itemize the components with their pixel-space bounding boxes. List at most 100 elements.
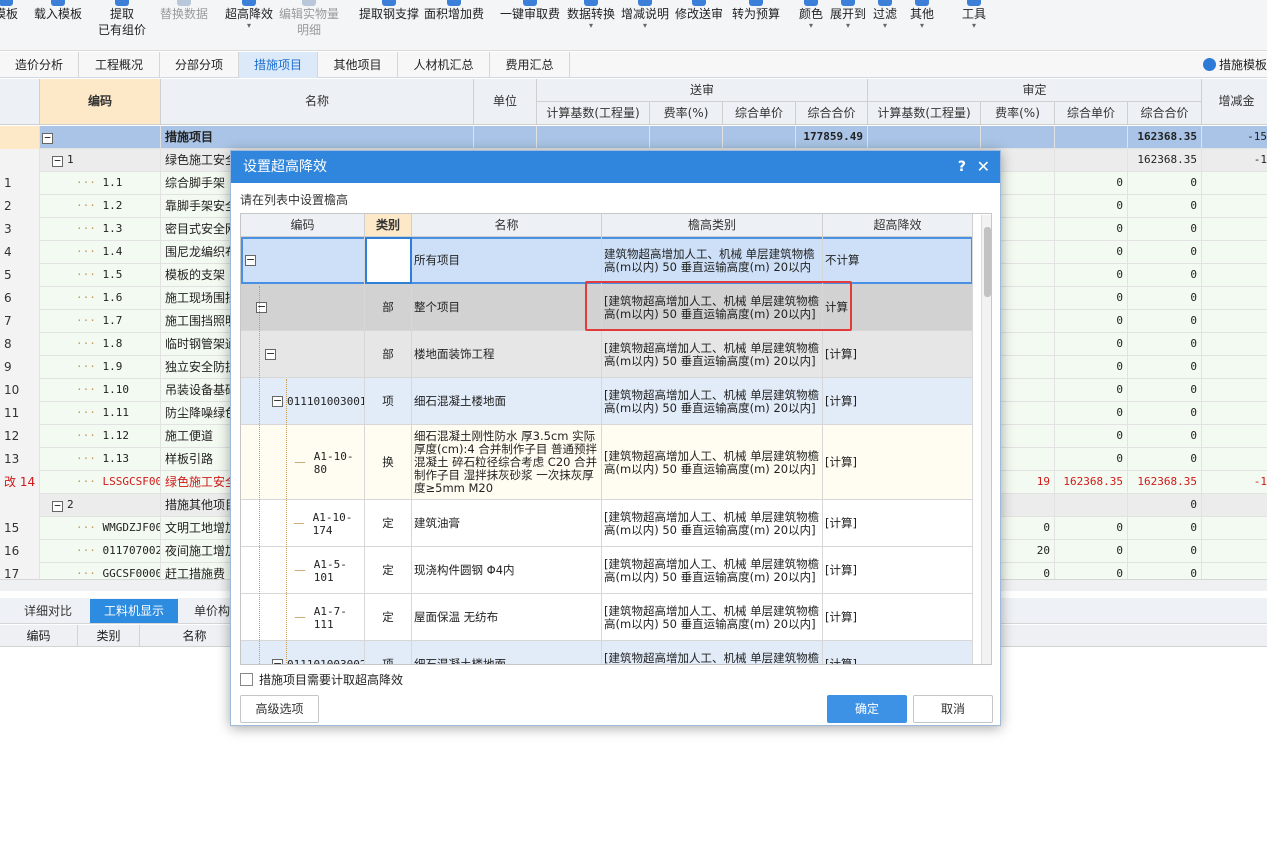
collapse-toggle-icon[interactable]: −: [265, 348, 276, 360]
rownum-header[interactable]: [0, 79, 40, 125]
dialog-row[interactable]: −011101003002 项细石混凝土楼地面 [建筑物超高增加人工、机械 单层建筑…: [241, 641, 973, 664]
dialog-row-super-height[interactable]: [计算]: [823, 547, 973, 594]
dialog-row-eave-category[interactable]: [建筑物超高增加人工、机械 单层建筑物檐高(m以内) 50 垂直运输高度(m) …: [602, 378, 823, 425]
tab-4[interactable]: 其他项目: [318, 52, 398, 78]
toolbar-button[interactable]: 模板: [0, 0, 20, 50]
tab-0[interactable]: 造价分析: [0, 52, 79, 78]
name-header[interactable]: 名称: [161, 79, 474, 125]
help-icon[interactable]: ?: [958, 151, 966, 183]
toolbar-button[interactable]: 提取 已有组价: [98, 0, 146, 50]
tree-line: ···: [76, 291, 103, 304]
dialog-row-type[interactable]: [365, 237, 412, 284]
measure-template-button[interactable]: 措施模板: [1199, 52, 1267, 78]
collapse-toggle-icon[interactable]: −: [245, 254, 256, 266]
code-header[interactable]: 编码: [40, 79, 161, 125]
dialog-header-effect[interactable]: 超高降效: [823, 214, 973, 237]
dialog-row-eave-category[interactable]: [建筑物超高增加人工、机械 单层建筑物檐高(m以内) 50 垂直运输高度(m) …: [602, 425, 823, 500]
dialog-row-eave-category[interactable]: 建筑物超高增加人工、机械 单层建筑物檐高(m以内) 50 垂直运输高度(m) 2…: [602, 237, 823, 284]
toolbar-button[interactable]: 颜色 ▾: [797, 0, 825, 50]
dialog-row-super-height[interactable]: [计算]: [823, 594, 973, 641]
dialog-row-type[interactable]: 定: [365, 500, 412, 547]
collapse-toggle-icon[interactable]: −: [256, 301, 267, 313]
submit-calc-base-header[interactable]: 计算基数(工程量): [537, 102, 650, 125]
tab-3[interactable]: 措施项目: [239, 52, 318, 78]
close-icon[interactable]: ✕: [977, 151, 990, 183]
dialog-row[interactable]: — A1-10-174 定建筑油膏 [建筑物超高增加人工、机械 单层建筑物檐高(m以内…: [241, 500, 973, 547]
collapse-toggle-icon[interactable]: −: [52, 500, 63, 512]
dialog-row-super-height[interactable]: [计算]: [823, 378, 973, 425]
tab-2[interactable]: 分部分项: [160, 52, 239, 78]
dialog-row-super-height[interactable]: [计算]: [823, 641, 973, 664]
dialog-row[interactable]: — A1-7-111 定屋面保温 无纺布 [建筑物超高增加人工、机械 单层建筑物檐高(…: [241, 594, 973, 641]
toolbar-button[interactable]: 增减说明 ▾: [619, 0, 671, 50]
toolbar-button[interactable]: 提取钢支撑: [358, 0, 420, 50]
toolbar-button[interactable]: 面积增加费: [424, 0, 484, 50]
toolbar-button[interactable]: 载入模板: [28, 0, 88, 50]
collapse-toggle-icon[interactable]: −: [272, 395, 283, 407]
toolbar-button[interactable]: 修改送审: [673, 0, 725, 50]
scrollbar-thumb[interactable]: [984, 227, 991, 297]
toolbar-button[interactable]: 编辑实物量 明细: [278, 0, 340, 50]
dialog-row-type[interactable]: 项: [365, 378, 412, 425]
dialog-row-super-height[interactable]: [计算]: [823, 425, 973, 500]
diff-header[interactable]: 增减金: [1202, 79, 1267, 125]
dialog-row-type[interactable]: 定: [365, 547, 412, 594]
review-calc-base-header[interactable]: 计算基数(工程量): [868, 102, 981, 125]
toolbar-button[interactable]: 过滤 ▾: [871, 0, 899, 50]
toolbar-button[interactable]: 一键审取费: [499, 0, 561, 50]
dialog-row-super-height[interactable]: [计算]: [823, 331, 973, 378]
dialog-row[interactable]: — A1-5-101 定现浇构件圆钢 Φ4内 [建筑物超高增加人工、机械 单层建筑物檐…: [241, 547, 973, 594]
dialog-row[interactable]: — A1-10-80 换细石混凝土刚性防水 厚3.5cm 实际厚度(cm):4 合并…: [241, 425, 973, 500]
dialog-row[interactable]: − 部楼地面装饰工程 [建筑物超高增加人工、机械 单层建筑物檐高(m以内) 50 垂…: [241, 331, 973, 378]
dialog-row-super-height[interactable]: [计算]: [823, 500, 973, 547]
toolbar-button[interactable]: 替换数据: [156, 0, 212, 50]
toolbar-button[interactable]: 数据转换 ▾: [567, 0, 615, 50]
ok-button[interactable]: 确定: [827, 695, 907, 723]
dialog-row-super-height[interactable]: 不计算: [823, 237, 973, 284]
collapse-toggle-icon[interactable]: −: [272, 658, 283, 664]
dialog-header-name[interactable]: 名称: [412, 214, 602, 237]
submit-total-header[interactable]: 综合合价: [796, 102, 868, 125]
tab-1[interactable]: 工程概况: [79, 52, 160, 78]
review-rate-header[interactable]: 费率(%): [981, 102, 1055, 125]
dialog-row-eave-category[interactable]: [建筑物超高增加人工、机械 单层建筑物檐高(m以内) 50 垂直运输高度(m) …: [602, 547, 823, 594]
dialog-row-eave-category[interactable]: [建筑物超高增加人工、机械 单层建筑物檐高(m以内) 50 垂直运输高度(m) …: [602, 500, 823, 547]
review-total-header[interactable]: 综合合价: [1128, 102, 1202, 125]
toolbar-button[interactable]: 其他 ▾: [907, 0, 937, 50]
bottom-tab-0[interactable]: 详细对比: [8, 599, 88, 623]
collapse-toggle-icon[interactable]: −: [42, 132, 53, 144]
dialog-row-type[interactable]: 定: [365, 594, 412, 641]
dialog-header-code[interactable]: 编码: [241, 214, 365, 237]
vertical-scrollbar[interactable]: [981, 215, 991, 664]
cancel-button[interactable]: 取消: [913, 695, 993, 723]
advanced-options-button[interactable]: 高级选项: [240, 695, 319, 723]
dialog-row-type[interactable]: 部: [365, 331, 412, 378]
dialog-header-type[interactable]: 类别: [365, 214, 412, 237]
measure-checkbox[interactable]: [240, 673, 253, 686]
dialog-row[interactable]: − 所有项目 建筑物超高增加人工、机械 单层建筑物檐高(m以内) 50 垂直运输高度…: [241, 237, 973, 284]
collapse-toggle-icon[interactable]: −: [52, 155, 63, 167]
submit-group-header[interactable]: 送审: [537, 79, 868, 102]
unit-header[interactable]: 单位: [474, 79, 537, 125]
tab-5[interactable]: 人材机汇总: [398, 52, 490, 78]
toolbar-button[interactable]: 工具 ▾: [958, 0, 990, 50]
dialog-row-type[interactable]: 换: [365, 425, 412, 500]
dialog-row-type[interactable]: 项: [365, 641, 412, 664]
dialog-row[interactable]: −011101003001 项细石混凝土楼地面 [建筑物超高增加人工、机械 单层建筑…: [241, 378, 973, 425]
submit-unit-price-header[interactable]: 综合单价: [723, 102, 796, 125]
tab-6[interactable]: 费用汇总: [490, 52, 570, 78]
measure-checkbox-row[interactable]: 措施项目需要计取超高降效: [240, 671, 403, 688]
bottom-tab-1[interactable]: 工料机显示: [90, 599, 178, 623]
dialog-row-eave-category[interactable]: [建筑物超高增加人工、机械 单层建筑物檐高(m以内) 50 垂直运输高度(m) …: [602, 641, 823, 664]
toolbar-button[interactable]: 展开到 ▾: [829, 0, 867, 50]
dialog-row-eave-category[interactable]: [建筑物超高增加人工、机械 单层建筑物檐高(m以内) 50 垂直运输高度(m) …: [602, 331, 823, 378]
dialog-row-eave-category[interactable]: [建筑物超高增加人工、机械 单层建筑物檐高(m以内) 50 垂直运输高度(m) …: [602, 594, 823, 641]
dialog-row-type[interactable]: 部: [365, 284, 412, 331]
review-group-header[interactable]: 审定: [868, 79, 1202, 102]
review-unit-price-header[interactable]: 综合单价: [1055, 102, 1128, 125]
submit-rate-header[interactable]: 费率(%): [650, 102, 723, 125]
toolbar-button[interactable]: 超高降效 ▾: [224, 0, 274, 50]
toolbar-button[interactable]: 转为预算: [730, 0, 782, 50]
dialog-header-eave[interactable]: 檐高类别: [602, 214, 823, 237]
table-row[interactable]: − 措施项目 177859.49 162368.35 -15: [0, 126, 1267, 149]
